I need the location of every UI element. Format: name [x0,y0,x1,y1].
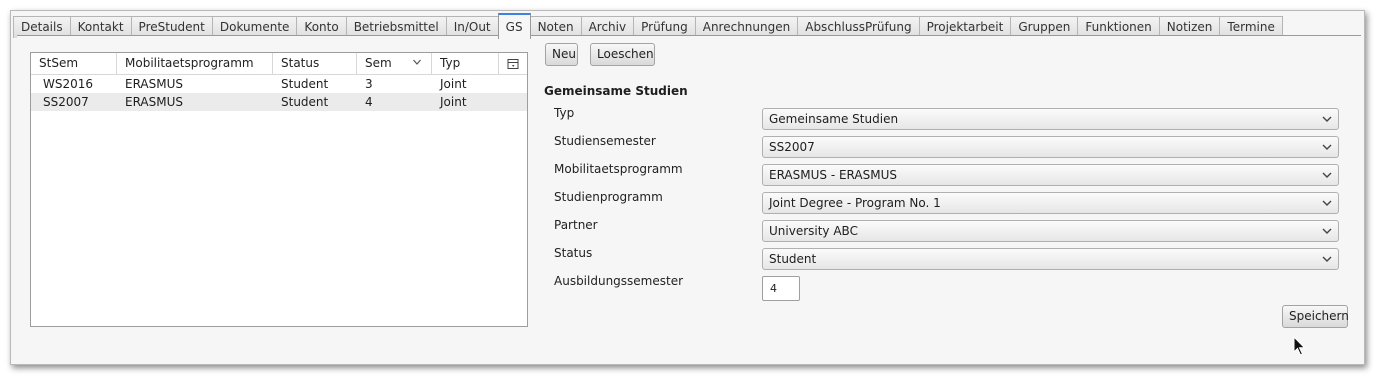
cell-mobilitaetsprogramm: ERASMUS [125,95,184,109]
select-mobilitaetsprogramm[interactable]: ERASMUS - ERASMUS [762,164,1339,186]
chevron-down-icon [1322,200,1332,206]
select-typ-value: Gemeinsame Studien [769,112,899,126]
chevron-down-icon [1322,228,1332,234]
cell-stsem: SS2007 [43,95,89,109]
chevron-down-icon [1322,144,1332,150]
delete-button[interactable]: Loeschen [590,43,655,66]
cell-status: Student [281,95,329,109]
column-picker-icon[interactable] [507,58,519,70]
tab-bar: Details Kontakt PreStudent Dokumente Kon… [13,13,1283,39]
select-status-value: Student [769,252,817,266]
new-button[interactable]: Neu [545,43,578,66]
tab-gs[interactable]: GS [497,13,531,39]
column-header-status[interactable]: Status [273,53,357,74]
select-partner-value: University ABC [769,224,858,238]
label-typ: Typ [554,106,575,120]
select-studienprogramm[interactable]: Joint Degree - Program No. 1 [762,192,1339,214]
cell-mobilitaetsprogramm: ERASMUS [125,77,184,91]
mobility-list[interactable]: StSem Mobilitaetsprogramm Status Sem Typ… [30,52,528,327]
table-row[interactable]: WS2016 ERASMUS Student 3 Joint [31,75,527,93]
gs-panel: StSem Mobilitaetsprogramm Status Sem Typ… [17,35,1361,362]
label-studienprogramm: Studienprogramm [554,190,663,204]
column-header-mobilitaetsprogramm[interactable]: Mobilitaetsprogramm [117,53,273,74]
mouse-pointer-icon [1293,336,1306,356]
chevron-down-icon [1322,116,1332,122]
cell-status: Student [281,77,329,91]
table-row-selected[interactable]: SS2007 ERASMUS Student 4 Joint [31,93,527,111]
cell-typ: Joint [440,77,467,91]
sort-descending-icon [413,59,421,65]
chevron-down-icon [1322,172,1332,178]
cell-sem: 3 [365,77,373,91]
cell-typ: Joint [440,95,467,109]
column-header-typ[interactable]: Typ [432,53,499,74]
select-partner[interactable]: University ABC [762,220,1339,242]
select-studiensemester-value: SS2007 [769,140,815,154]
select-status[interactable]: Student [762,248,1339,270]
select-studiensemester[interactable]: SS2007 [762,136,1339,158]
label-partner: Partner [554,218,598,232]
label-studiensemester: Studiensemester [554,134,656,148]
save-button[interactable]: Speichern [1282,305,1349,328]
list-header: StSem Mobilitaetsprogramm Status Sem Typ [31,53,527,75]
label-status: Status [554,246,593,260]
column-header-stsem[interactable]: StSem [31,53,117,74]
cell-stsem: WS2016 [43,77,94,91]
select-typ[interactable]: Gemeinsame Studien [762,108,1339,130]
label-ausbildungssemester: Ausbildungssemester [554,274,684,288]
cell-sem: 4 [365,95,373,109]
select-mobilitaetsprogramm-value: ERASMUS - ERASMUS [769,168,897,182]
label-mobilitaetsprogramm: Mobilitaetsprogramm [554,162,683,176]
app-window: Details Kontakt PreStudent Dokumente Kon… [10,10,1365,365]
select-studienprogramm-value: Joint Degree - Program No. 1 [769,196,941,210]
chevron-down-icon [1322,256,1332,262]
ausbildungssemester-input[interactable] [762,276,800,301]
section-title: Gemeinsame Studien [544,84,688,98]
